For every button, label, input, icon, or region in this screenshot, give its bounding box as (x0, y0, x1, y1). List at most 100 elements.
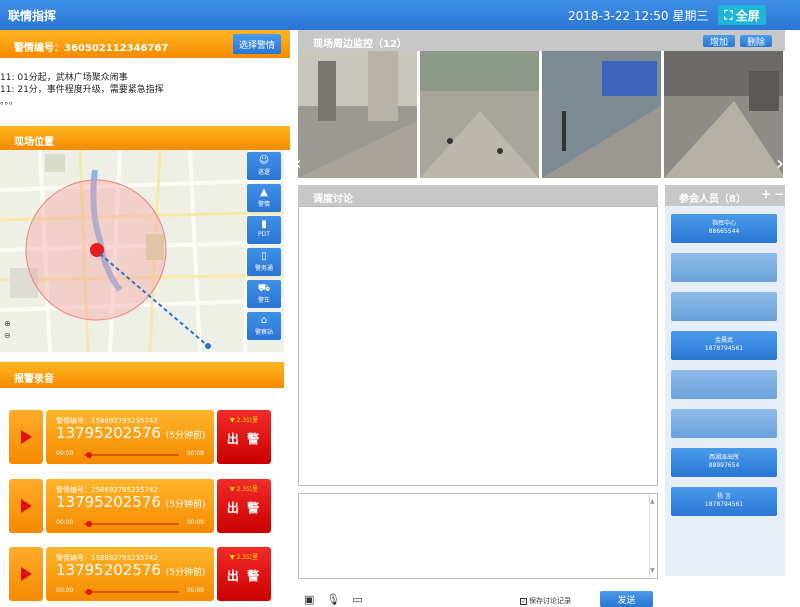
dispatch-label: 出 警 (226, 569, 262, 583)
chevron-right-icon[interactable]: › (776, 151, 784, 175)
remove-participant-icon[interactable]: − (774, 187, 784, 201)
camera-strip: ‹ › (294, 51, 785, 178)
log-line: 11: 21分，事件程度升级，需要紧急指挥 (0, 85, 164, 95)
distance-label: ▼ 2.3公里 (229, 486, 259, 493)
call-time-ago: (5分钟前) (165, 568, 206, 578)
fullscreen-icon: ⛶ (724, 7, 733, 22)
participant-card[interactable]: 杨 言 1878794561 (671, 487, 777, 516)
select-incident-button[interactable]: 选择警情 (233, 34, 281, 54)
play-button[interactable] (9, 479, 43, 533)
participant-phone: 88997654 (708, 462, 740, 469)
add-participant-icon[interactable]: + (761, 187, 771, 201)
dispatch-button[interactable]: ▼ 2.3公里出 警 (217, 410, 271, 464)
slider-handle[interactable] (85, 589, 92, 595)
caller-phone: 13795202576 (5分钟前) (56, 561, 206, 579)
participant-name: 西湖派出所 (708, 454, 739, 461)
discussion-title: 调度讨论 (313, 194, 353, 205)
map-tool-label: PDT (258, 231, 270, 238)
location-title: 现场位置 (14, 137, 54, 148)
camera-feed[interactable] (664, 51, 783, 178)
svg-text:⊕: ⊕ (4, 319, 11, 328)
app-title: 联情指挥 (8, 9, 57, 23)
map-tools: ☺ 巡逻 ▲ 警情 ▮ PDT ▯ 警务通 ⛟ 警车 ⌂ 警察站 (247, 152, 281, 344)
map-tool-label: 巡逻 (257, 169, 270, 176)
map-tool-button[interactable]: ⌂ 警察站 (247, 312, 281, 340)
caller-phone: 13795202576 (5分钟前) (56, 493, 206, 511)
map-tool-label: 警车 (257, 297, 270, 304)
recording-item: 警情编号：158892795235742 13795202576 (5分钟前) 00… (9, 479, 274, 533)
camera-feed[interactable] (298, 51, 417, 178)
play-button[interactable] (9, 410, 43, 464)
recordings-bar: 报警录音 (0, 362, 284, 388)
top-bar: 联情指挥 2018-3-22 12:50 星期三 ⛶ 全屏 (0, 0, 800, 30)
chevron-left-icon[interactable]: ‹ (294, 151, 302, 175)
svg-text:⊖: ⊖ (4, 331, 11, 340)
chevron-up-icon[interactable]: ▲ (650, 498, 655, 505)
recording-info: 警情编号：158892795235742 13795202576 (5分钟前) 00… (46, 479, 214, 533)
map-tool-button[interactable]: ▮ PDT (247, 216, 281, 244)
participant-phone: 1878794561 (704, 345, 744, 352)
screen-share-icon[interactable]: ▭ (352, 593, 362, 606)
save-record-option[interactable]: ✓ 保存讨论记录 (520, 596, 571, 606)
map-tool-label: 警务通 (254, 265, 273, 272)
playback-slider[interactable] (84, 452, 179, 458)
participants-title: 参会人员（8） (679, 194, 746, 205)
monitor-title: 现场周边监控（12） (313, 39, 407, 50)
participant-card[interactable] (671, 409, 777, 438)
car-icon: ⛟ (257, 283, 271, 294)
camera-feed[interactable] (420, 51, 539, 178)
recording-info: 警情编号：158892795235742 13795202576 (5分钟前) 00… (46, 547, 214, 601)
map-tool-label: 警情 (257, 201, 270, 208)
camera-feed[interactable] (542, 51, 661, 178)
participant-card[interactable]: 金晨武 1878794561 (671, 331, 777, 360)
map-tool-button[interactable]: ⛟ 警车 (247, 280, 281, 308)
add-camera-button[interactable]: 增加 (703, 35, 735, 48)
map-tool-button[interactable]: ▲ 警情 (247, 184, 281, 212)
playback-slider[interactable] (84, 521, 179, 527)
call-time-ago: (5分钟前) (165, 431, 206, 441)
recording-item: 警情编号：158892795235742 13795202576 (5分钟前) 00… (9, 547, 274, 601)
location-bar: 现场位置 (0, 126, 290, 150)
delete-camera-button[interactable]: 删除 (740, 35, 772, 48)
map-tool-button[interactable]: ☺ 巡逻 (247, 152, 281, 180)
message-input[interactable]: ▲ ▼ (298, 493, 658, 579)
map-tool-button[interactable]: ▯ 警务通 (247, 248, 281, 276)
chevron-down-icon[interactable]: ▼ (650, 567, 655, 574)
map-view[interactable]: ⊕ ⊖ (0, 150, 284, 352)
log-line: 11: 01分起，武林广场聚众闹事 (0, 73, 128, 83)
discussion-bar: 调度讨论 (298, 185, 658, 206)
recording-item: 警情编号：158892795235742 13795202576 (5分钟前) 00… (9, 410, 274, 464)
send-button[interactable]: 发送 (600, 591, 653, 607)
slider-handle[interactable] (85, 452, 92, 458)
image-icon[interactable]: ▣ (304, 593, 314, 606)
discussion-log[interactable] (298, 206, 658, 486)
playback-slider[interactable] (84, 589, 179, 595)
dispatch-button[interactable]: ▼ 2.3公里出 警 (217, 547, 271, 601)
participant-card[interactable]: 指挥中心 88665544 (671, 214, 777, 243)
map-tool-label: 警察站 (254, 329, 273, 336)
play-icon (20, 499, 32, 513)
dispatch-button[interactable]: ▼ 2.3公里出 警 (217, 479, 271, 533)
play-icon (20, 430, 32, 444)
log-line: 。。。 (0, 97, 19, 107)
checkbox-checked-icon[interactable]: ✓ (520, 597, 527, 605)
microphone-icon[interactable]: 🎙 (326, 593, 340, 606)
participant-card[interactable]: 西湖派出所 88997654 (671, 448, 777, 477)
recording-info: 警情编号：158892795235742 13795202576 (5分钟前) 00… (46, 410, 214, 464)
map-canvas: ⊕ ⊖ (0, 150, 284, 352)
slider-handle[interactable] (85, 521, 92, 527)
participant-card[interactable] (671, 292, 777, 321)
dispatch-label: 出 警 (226, 432, 262, 446)
fullscreen-button[interactable]: ⛶ 全屏 (718, 5, 766, 25)
participant-card[interactable] (671, 370, 777, 399)
distance-label: ▼ 2.3公里 (229, 417, 259, 424)
playback-start-time: 00:00 (56, 450, 74, 457)
input-scrollbar[interactable]: ▲ ▼ (649, 494, 657, 578)
station-icon: ⌂ (260, 315, 268, 326)
participant-card[interactable] (671, 253, 777, 282)
play-button[interactable] (9, 547, 43, 601)
playback-end-time: 00:09 (186, 587, 204, 594)
playback-end-time: 00:09 (186, 519, 204, 526)
recordings-title: 报警录音 (14, 374, 54, 385)
participants-bar: 参会人员（8） + − (665, 185, 785, 206)
